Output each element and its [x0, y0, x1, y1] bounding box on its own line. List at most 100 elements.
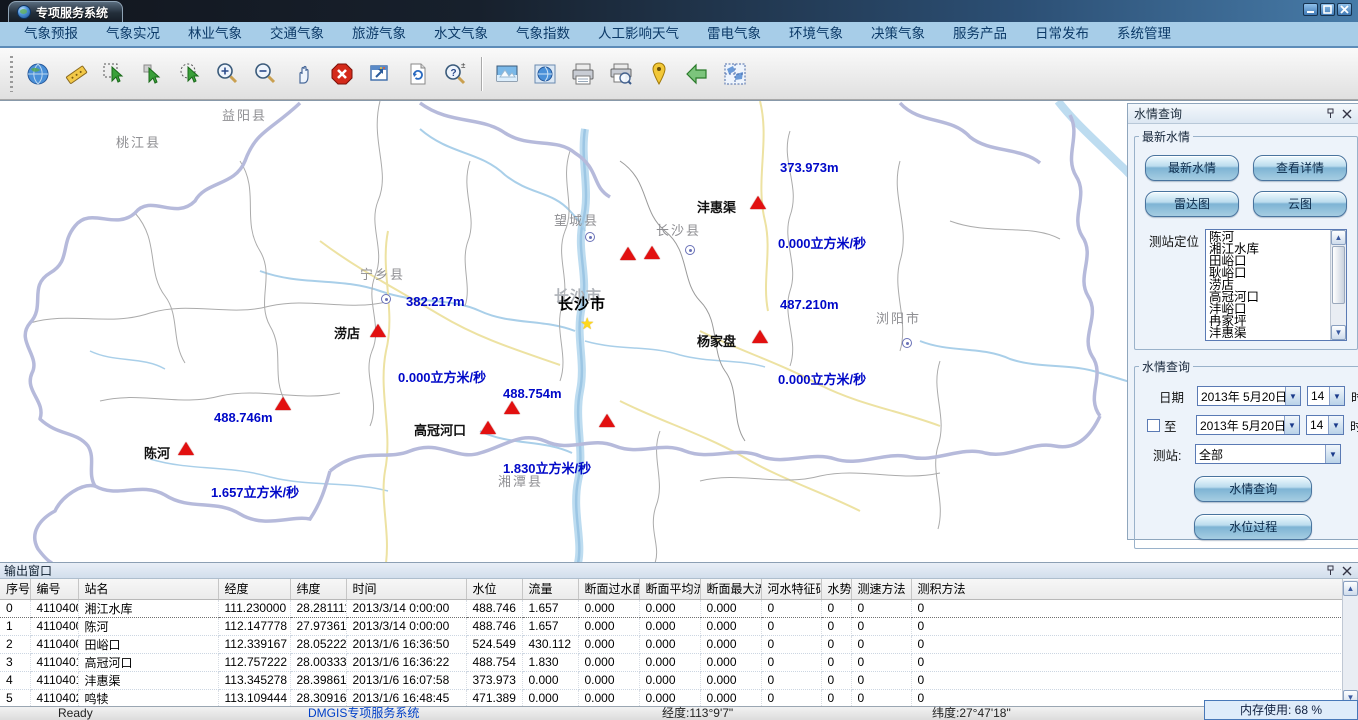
radar-chart-button[interactable]: 雷达图 [1145, 191, 1239, 217]
scroll-thumb[interactable] [1332, 246, 1345, 304]
overview-map-icon[interactable] [716, 54, 754, 94]
pan-icon[interactable] [285, 54, 323, 94]
column-header[interactable]: 水势 [821, 579, 851, 599]
cloud-map-button[interactable]: 云图 [1253, 191, 1347, 217]
latest-water-button[interactable]: 最新水情 [1145, 155, 1239, 181]
zoom-out-icon[interactable] [247, 54, 285, 94]
locate-pin-icon[interactable] [640, 54, 678, 94]
station-marker-triangle[interactable] [178, 442, 194, 455]
view-details-button[interactable]: 查看详情 [1253, 155, 1347, 181]
station-marker-triangle[interactable] [275, 397, 291, 410]
stop-icon[interactable] [323, 54, 361, 94]
column-header[interactable]: 流量 [522, 579, 578, 599]
date-combo[interactable]: 2013年 5月20日 ▼ [1197, 386, 1301, 406]
close-button[interactable] [1337, 3, 1352, 16]
menu-item-6[interactable]: 气象指数 [502, 22, 584, 46]
menu-item-3[interactable]: 交通气象 [256, 22, 338, 46]
to-checkbox[interactable] [1147, 419, 1160, 432]
column-header[interactable]: 纬度 [290, 579, 346, 599]
menu-item-0[interactable]: 气象预报 [10, 22, 92, 46]
menu-item-12[interactable]: 日常发布 [1021, 22, 1103, 46]
menu-item-9[interactable]: 环境气象 [775, 22, 857, 46]
pointer-icon[interactable] [133, 54, 171, 94]
hour-combo[interactable]: 14 ▼ [1307, 386, 1345, 406]
column-header[interactable]: 编号 [30, 579, 78, 599]
select-feature-icon[interactable] [95, 54, 133, 94]
zoom-in-icon[interactable] [209, 54, 247, 94]
table-row[interactable]: 241104004田峪口112.33916728.0522222013/1/6 … [0, 635, 1342, 653]
select-circle-icon[interactable] [171, 54, 209, 94]
column-header[interactable]: 测速方法 [851, 579, 911, 599]
station-marker-triangle[interactable] [599, 414, 615, 427]
table-row[interactable]: 141104002陈河112.14777827.9736112013/3/14 … [0, 617, 1342, 635]
station-combo[interactable]: 全部 ▼ [1195, 444, 1341, 464]
station-list-item[interactable]: 沣惠渠 [1209, 327, 1329, 339]
station-marker-triangle[interactable] [750, 196, 766, 209]
title-bar: 专项服务系统 [0, 0, 1358, 22]
menu-item-2[interactable]: 林业气象 [174, 22, 256, 46]
station-marker-triangle[interactable] [620, 247, 636, 260]
menu-item-7[interactable]: 人工影响天气 [584, 22, 693, 46]
back-icon[interactable] [678, 54, 716, 94]
svg-text:?: ? [451, 68, 457, 79]
output-close-icon[interactable] [1340, 564, 1354, 578]
date-label: 日期 [1159, 387, 1197, 406]
column-header[interactable]: 断面最大流 [700, 579, 761, 599]
scroll-up-icon[interactable]: ▲ [1331, 230, 1346, 245]
station-marker-triangle[interactable] [644, 246, 660, 259]
print-icon[interactable] [564, 54, 602, 94]
print-preview-icon[interactable] [602, 54, 640, 94]
output-scrollbar[interactable]: ▲ ▼ [1342, 580, 1358, 706]
water-query-button[interactable]: 水情查询 [1194, 476, 1312, 502]
station-marker-triangle[interactable] [752, 330, 768, 343]
table-row[interactable]: 341104010高冠河口112.75722228.0033332013/1/6… [0, 653, 1342, 671]
scroll-up-icon[interactable]: ▲ [1343, 581, 1358, 596]
station-marker-triangle[interactable] [370, 324, 386, 337]
pin-icon[interactable] [1323, 107, 1337, 121]
date2-combo[interactable]: 2013年 5月20日 ▼ [1196, 415, 1300, 435]
identify-icon[interactable]: ? ± [437, 54, 475, 94]
menu-item-10[interactable]: 决策气象 [857, 22, 939, 46]
menu-item-1[interactable]: 气象实况 [92, 22, 174, 46]
globe-layer-icon[interactable] [526, 54, 564, 94]
globe-icon[interactable] [19, 54, 57, 94]
column-header[interactable]: 河水特征码 [761, 579, 821, 599]
column-header[interactable]: 序号 [0, 579, 30, 599]
panel-close-icon[interactable] [1340, 107, 1354, 121]
column-header[interactable]: 站名 [78, 579, 218, 599]
export-window-icon[interactable] [361, 54, 399, 94]
station-listbox[interactable]: 陈河湘江水库田峪口耿峪口涝店高冠河口沣峪口冉家坪沣惠渠 ▲ ▼ [1205, 229, 1347, 341]
chevron-down-icon[interactable]: ▼ [1329, 387, 1344, 405]
column-header[interactable]: 断面过水面 [578, 579, 639, 599]
maximize-button[interactable] [1320, 3, 1335, 16]
output-table[interactable]: 序号编号站名经度纬度时间水位流量断面过水面断面平均流断面最大流河水特征码水势测速… [0, 579, 1343, 706]
menu-item-4[interactable]: 旅游气象 [338, 22, 420, 46]
column-header[interactable]: 经度 [218, 579, 290, 599]
table-row[interactable]: 041104002湘江水库111.23000028.2811112013/3/1… [0, 599, 1342, 617]
chevron-down-icon[interactable]: ▼ [1325, 445, 1340, 463]
chevron-down-icon[interactable]: ▼ [1284, 416, 1299, 434]
station-marker-triangle[interactable] [504, 401, 520, 414]
table-row[interactable]: 541104022鸣犊113.10944428.3091672013/1/6 1… [0, 689, 1342, 706]
refresh-icon[interactable] [399, 54, 437, 94]
measure-icon[interactable] [57, 54, 95, 94]
scroll-down-icon[interactable]: ▼ [1331, 325, 1346, 340]
water-level-process-button[interactable]: 水位过程 [1194, 514, 1312, 540]
minimize-button[interactable] [1303, 3, 1318, 16]
menu-item-5[interactable]: 水文气象 [420, 22, 502, 46]
chevron-down-icon[interactable]: ▼ [1328, 416, 1343, 434]
menu-item-13[interactable]: 系统管理 [1103, 22, 1185, 46]
column-header[interactable]: 测积方法 [911, 579, 1342, 599]
image-icon[interactable] [488, 54, 526, 94]
column-header[interactable]: 水位 [466, 579, 522, 599]
hour2-combo[interactable]: 14 ▼ [1306, 415, 1344, 435]
column-header[interactable]: 断面平均流 [639, 579, 700, 599]
table-row[interactable]: 441104017沣惠渠113.34527828.3986112013/1/6 … [0, 671, 1342, 689]
menu-item-11[interactable]: 服务产品 [939, 22, 1021, 46]
station-list-scrollbar[interactable]: ▲ ▼ [1330, 230, 1346, 340]
chevron-down-icon[interactable]: ▼ [1285, 387, 1300, 405]
column-header[interactable]: 时间 [346, 579, 466, 599]
pin-icon[interactable] [1323, 564, 1337, 578]
station-marker-triangle[interactable] [480, 421, 496, 434]
menu-item-8[interactable]: 雷电气象 [693, 22, 775, 46]
